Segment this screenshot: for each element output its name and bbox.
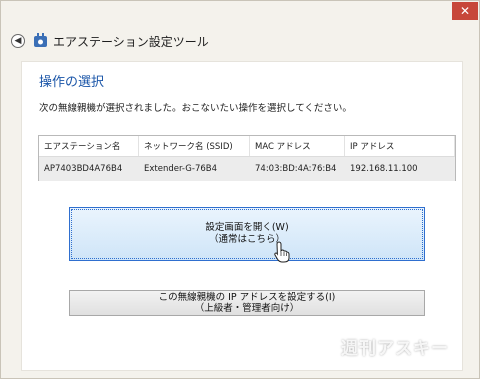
cell-station-name: AP7403BD4A76B4	[44, 164, 123, 174]
column-header-name[interactable]: エアステーション名	[39, 136, 139, 156]
hand-cursor-icon	[274, 241, 290, 263]
content-panel: 操作の選択 次の無線親機が選択されました。おこないたい操作を選択してください。 …	[21, 61, 463, 371]
column-header-ssid[interactable]: ネットワーク名 (SSID)	[139, 136, 250, 156]
cell-ip: 192.168.11.100	[350, 164, 418, 174]
column-header-ip[interactable]: IP アドレス	[345, 136, 455, 156]
cell-mac: 74:03:BD:4A:76:B4	[255, 164, 337, 174]
watermark: 週刊アスキー	[341, 339, 449, 359]
app-window: ✕ ◀ エアステーション設定ツール 操作の選択 次の無線親機が選択されました。お…	[0, 0, 480, 379]
set-ip-button[interactable]: この無線親機の IP アドレスを設定する(I) （上級者・管理者向け）	[69, 290, 425, 316]
open-settings-button[interactable]: 設定画面を開く(W) （通常はこちら）	[69, 207, 425, 261]
close-icon: ✕	[459, 4, 471, 18]
list-header: エアステーション名 ネットワーク名 (SSID) MAC アドレス IP アドレ…	[39, 136, 455, 157]
app-icon	[34, 33, 47, 47]
column-header-mac[interactable]: MAC アドレス	[250, 136, 345, 156]
cell-ssid: Extender-G-76B4	[144, 164, 218, 174]
back-arrow-icon: ◀	[14, 36, 22, 46]
set-ip-note: （上級者・管理者向け）	[194, 303, 300, 314]
table-row[interactable]: AP7403BD4A76B4 Extender-G-76B4 74:03:BD:…	[39, 157, 455, 181]
open-settings-label: 設定画面を開く(W)	[205, 222, 289, 233]
back-button[interactable]: ◀	[11, 34, 25, 48]
window-title: エアステーション設定ツール	[53, 35, 209, 49]
set-ip-label: この無線親機の IP アドレスを設定する(I)	[158, 292, 336, 303]
page-heading: 操作の選択	[39, 75, 105, 90]
instruction-text: 次の無線親機が選択されました。おこないたい操作を選択してください。	[39, 103, 352, 114]
close-button[interactable]: ✕	[452, 2, 478, 20]
device-list: エアステーション名 ネットワーク名 (SSID) MAC アドレス IP アドレ…	[38, 135, 456, 181]
